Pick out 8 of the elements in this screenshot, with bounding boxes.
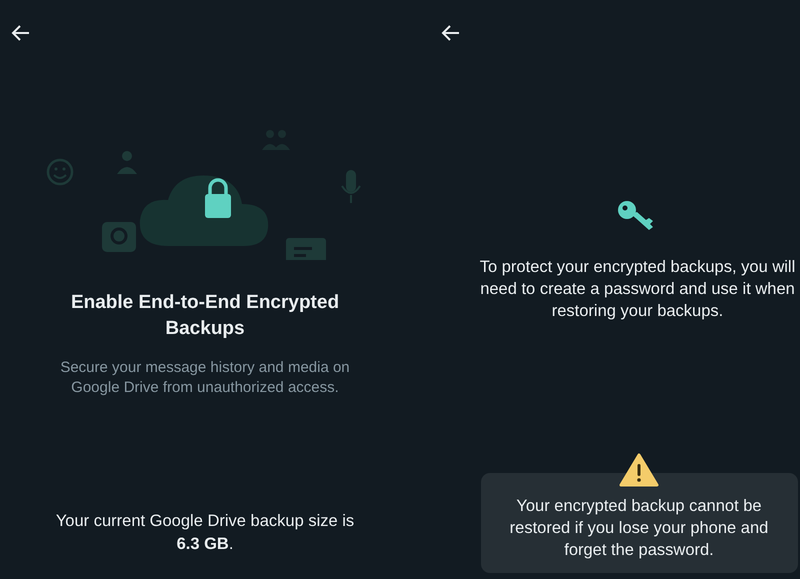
message: To protect your encrypted backups, you will need to create a password and use it when restoring your backups.	[478, 257, 796, 322]
description: Secure your message history and media on Google Drive from unauthorized access.	[59, 358, 351, 398]
backup-size-text: Your current Google Drive backup size is 6.3 GB.	[54, 511, 356, 555]
title: Enable End-to-End Encrypted Backups	[70, 291, 340, 341]
back-icon[interactable]	[440, 24, 460, 42]
warning-icon	[619, 453, 659, 487]
back-icon[interactable]	[10, 24, 30, 42]
warning-text: Your encrypted backup cannot be restored if you lose your phone and forget the password.	[508, 496, 770, 561]
